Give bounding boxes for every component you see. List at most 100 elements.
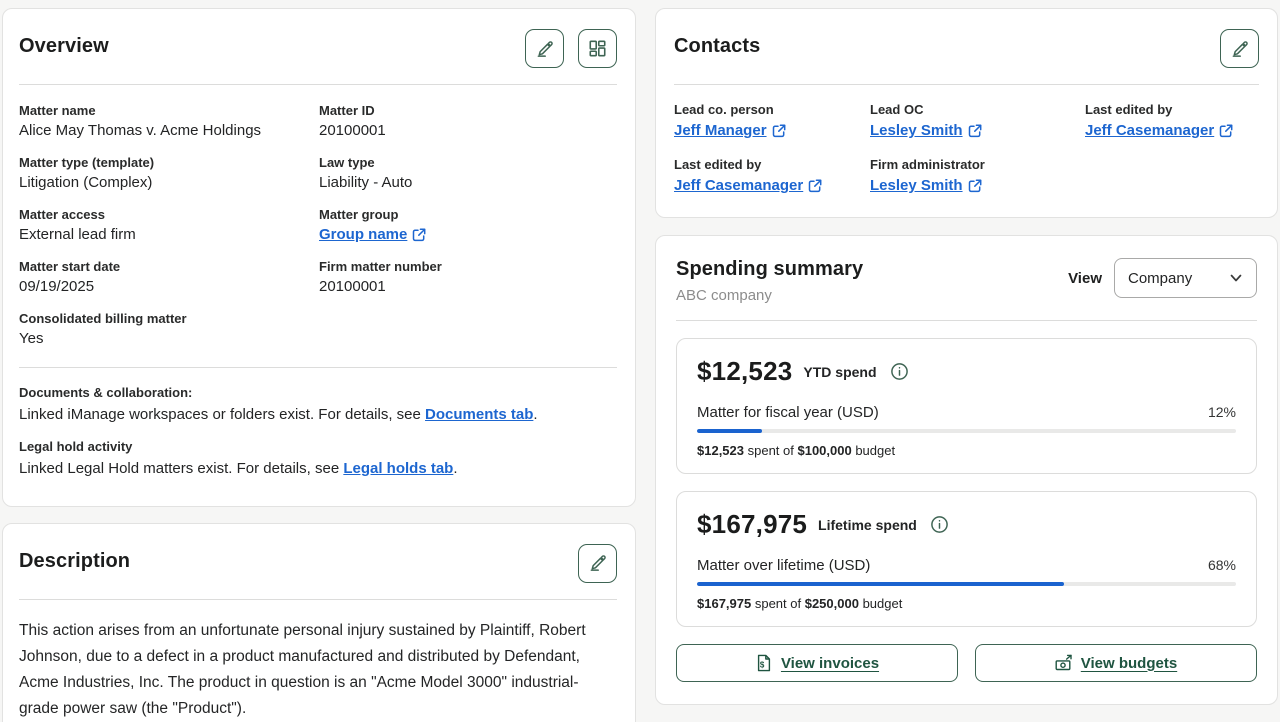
- field-matter-access: Matter access External lead firm: [19, 207, 319, 243]
- overview-layout-button[interactable]: [578, 29, 617, 68]
- page: Overview Matter name Alice May Thomas v.…: [0, 0, 1280, 722]
- chevron-down-icon: [1229, 271, 1243, 285]
- note-suffix: .: [453, 460, 457, 477]
- contact-link[interactable]: Jeff Manager: [674, 122, 786, 139]
- contacts-title: Contacts: [674, 29, 760, 58]
- spending-divider: [676, 320, 1257, 321]
- contact-link[interactable]: Lesley Smith: [870, 177, 982, 194]
- contact-last-edited-by: Last edited by Jeff Casemanager: [1085, 102, 1259, 140]
- contacts-grid: Lead co. person Jeff Manager Lead OC Les…: [674, 102, 1259, 195]
- field-value: Litigation (Complex): [19, 174, 319, 191]
- note-suffix: .: [533, 406, 537, 423]
- contacts-divider: [674, 84, 1259, 85]
- field-law-type: Law type Liability - Auto: [319, 155, 617, 191]
- note-heading: Legal hold activity: [19, 439, 617, 454]
- external-link-icon: [808, 179, 822, 193]
- view-select[interactable]: Company: [1114, 258, 1257, 298]
- note-heading: Documents & collaboration:: [19, 385, 617, 400]
- documents-note: Documents & collaboration: Linked iManag…: [19, 385, 617, 426]
- lifetime-amount: $167,975: [697, 509, 807, 540]
- contact-lead-co-person: Lead co. person Jeff Manager: [674, 102, 870, 140]
- ytd-spend-card: $12,523 YTD spend Matter for fiscal year…: [676, 338, 1257, 474]
- field-value: 09/19/2025: [19, 278, 319, 295]
- lifetime-progress-fill: [697, 582, 1064, 586]
- ytd-period-label: YTD spend: [803, 364, 876, 380]
- field-value: 20100001: [319, 278, 617, 295]
- field-consolidated-billing: Consolidated billing matter Yes: [19, 311, 319, 347]
- field-label: Matter start date: [19, 259, 319, 274]
- external-link-icon: [968, 179, 982, 193]
- view-invoices-label: View invoices: [781, 655, 879, 672]
- contact-label: Last edited by: [1085, 102, 1259, 117]
- ytd-progress-fill: [697, 429, 762, 433]
- matter-group-link[interactable]: Group name: [319, 226, 426, 243]
- field-matter-group: Matter group Group name: [319, 207, 617, 243]
- field-label: Law type: [319, 155, 617, 170]
- contact-lead-oc: Lead OC Lesley Smith: [870, 102, 1085, 140]
- overview-title: Overview: [19, 29, 109, 58]
- description-edit-button[interactable]: [578, 544, 617, 583]
- contact-label: Lead OC: [870, 102, 1085, 117]
- overview-edit-button[interactable]: [525, 29, 564, 68]
- field-value: Alice May Thomas v. Acme Holdings: [19, 122, 319, 139]
- contact-name: Jeff Casemanager: [674, 177, 803, 194]
- documents-tab-link[interactable]: Documents tab: [425, 406, 533, 423]
- ytd-progress-bar: [697, 429, 1236, 433]
- field-label: Matter type (template): [19, 155, 319, 170]
- contact-link[interactable]: Jeff Casemanager: [1085, 122, 1233, 139]
- external-link-icon: [968, 124, 982, 138]
- field-label: Matter ID: [319, 103, 617, 118]
- view-budgets-button[interactable]: View budgets: [975, 644, 1257, 682]
- contact-link[interactable]: Lesley Smith: [870, 122, 982, 139]
- ytd-percent: 12%: [1208, 404, 1236, 420]
- external-link-icon: [412, 228, 426, 242]
- ytd-footnote: $12,523 spent of $100,000 budget: [697, 443, 1236, 458]
- contacts-edit-button[interactable]: [1220, 29, 1259, 68]
- overview-divider-2: [19, 367, 617, 368]
- grid-layout-icon: [589, 40, 606, 57]
- note-text: Linked iManage workspaces or folders exi…: [19, 406, 425, 423]
- ytd-metric-label: Matter for fiscal year (USD): [697, 404, 879, 421]
- field-value: Liability - Auto: [319, 174, 617, 191]
- view-select-value: Company: [1128, 270, 1192, 287]
- view-budgets-label: View budgets: [1081, 655, 1177, 672]
- pencil-icon: [588, 553, 608, 573]
- right-column: Contacts Lead co. person Jeff Manager Le…: [655, 8, 1278, 722]
- left-column: Overview Matter name Alice May Thomas v.…: [2, 8, 636, 722]
- description-divider: [19, 599, 617, 600]
- contact-link[interactable]: Jeff Casemanager: [674, 177, 822, 194]
- lifetime-period-label: Lifetime spend: [818, 517, 917, 533]
- contact-label: Last edited by: [674, 157, 870, 172]
- contact-label: Lead co. person: [674, 102, 870, 117]
- description-title: Description: [19, 544, 130, 573]
- contact-label: Firm administrator: [870, 157, 1085, 172]
- field-value: External lead firm: [19, 226, 319, 243]
- spending-company-subtitle: ABC company: [676, 287, 863, 304]
- field-label: Matter name: [19, 103, 319, 118]
- field-label: Matter access: [19, 207, 319, 222]
- field-matter-id: Matter ID 20100001: [319, 103, 617, 139]
- view-label: View: [1068, 270, 1102, 287]
- description-card: Description This action arises from an u…: [2, 523, 636, 722]
- field-label: Firm matter number: [319, 259, 617, 274]
- field-matter-type: Matter type (template) Litigation (Compl…: [19, 155, 319, 191]
- contact-last-edited-by-2: Last edited by Jeff Casemanager: [674, 157, 870, 195]
- contact-name: Jeff Manager: [674, 122, 767, 139]
- lifetime-percent: 68%: [1208, 557, 1236, 573]
- external-link-icon: [1219, 124, 1233, 138]
- contact-name: Lesley Smith: [870, 177, 963, 194]
- contact-firm-administrator: Firm administrator Lesley Smith: [870, 157, 1085, 195]
- info-icon[interactable]: [890, 362, 909, 381]
- lifetime-progress-bar: [697, 582, 1236, 586]
- info-icon[interactable]: [930, 515, 949, 534]
- description-body: This action arises from an unfortunate p…: [19, 618, 617, 722]
- legal-holds-tab-link[interactable]: Legal holds tab: [343, 460, 453, 477]
- field-value: Yes: [19, 330, 319, 347]
- lifetime-metric-label: Matter over lifetime (USD): [697, 557, 870, 574]
- pencil-icon: [535, 39, 555, 59]
- contacts-card: Contacts Lead co. person Jeff Manager Le…: [655, 8, 1278, 218]
- overview-card: Overview Matter name Alice May Thomas v.…: [2, 8, 636, 507]
- lifetime-spend-card: $167,975 Lifetime spend Matter over life…: [676, 491, 1257, 627]
- view-invoices-button[interactable]: View invoices: [676, 644, 958, 682]
- legal-hold-note: Legal hold activity Linked Legal Hold ma…: [19, 439, 617, 480]
